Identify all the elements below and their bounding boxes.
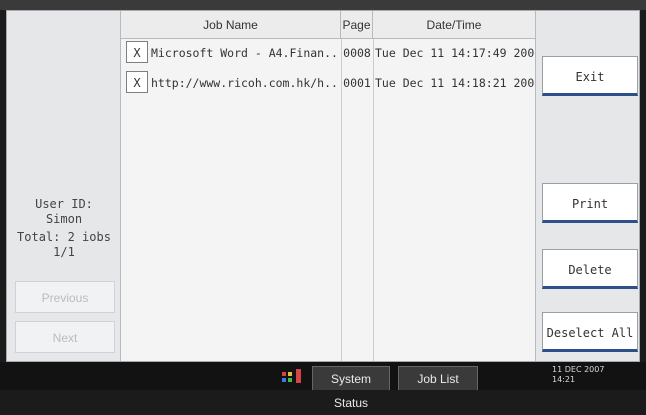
indicator-bar — [296, 369, 301, 383]
right-panel: Exit Print Delete Deselect All — [535, 11, 639, 361]
next-button[interactable]: Next — [15, 321, 115, 353]
bottom-status-bar: System Status Job List 11 DEC 2007 14:21 — [0, 362, 646, 410]
job-name-cell: Microsoft Word - A4.Finan... — [151, 46, 339, 60]
delete-button[interactable]: Delete — [542, 249, 638, 289]
page-cell: 0008 — [343, 46, 371, 60]
user-id-label: User ID: — [35, 197, 93, 211]
table-row[interactable]: X http://www.ricoh.com.hk/h... 0001 Tue … — [121, 69, 535, 97]
time-display: 14:21 — [552, 375, 576, 384]
user-id-value: Simon — [45, 212, 83, 226]
job-name-cell: http://www.ricoh.com.hk/h... — [151, 76, 339, 90]
row-select-checkbox[interactable]: X — [126, 41, 148, 63]
job-list-screen: User ID: Simon Total: 2 iobs 1/1 Previou… — [6, 10, 640, 362]
indicator-dot — [282, 372, 286, 376]
column-header-date-time: Date/Time — [373, 11, 535, 39]
job-table: Job Name Page Date/Time X Microsoft Word… — [121, 11, 535, 361]
print-button[interactable]: Print — [542, 183, 638, 223]
status-indicator-icon — [282, 369, 308, 385]
date-time-cell: Tue Dec 11 14:17:49 2007 — [375, 46, 535, 60]
indicator-dot — [288, 372, 292, 376]
total-jobs: Total: 2 iobs — [17, 230, 111, 244]
indicator-dot — [288, 378, 292, 382]
system-status-tab[interactable]: System Status — [312, 366, 390, 410]
page-indicator: 1/1 — [53, 245, 75, 259]
top-bar — [0, 0, 646, 10]
date-time-cell: Tue Dec 11 14:18:21 2007 — [375, 76, 535, 90]
indicator-dot — [282, 378, 286, 382]
date-display: 11 DEC 2007 — [552, 365, 605, 374]
clock: 11 DEC 2007 14:21 — [552, 365, 604, 385]
job-list-tab[interactable]: Job List — [398, 366, 478, 390]
table-row[interactable]: X Microsoft Word - A4.Finan... 0008 Tue … — [121, 39, 535, 67]
previous-button[interactable]: Previous — [15, 281, 115, 313]
deselect-all-button[interactable]: Deselect All — [542, 312, 638, 352]
row-select-checkbox[interactable]: X — [126, 71, 148, 93]
column-header-page: Page — [341, 11, 373, 39]
left-panel: User ID: Simon Total: 2 iobs 1/1 Previou… — [7, 11, 121, 361]
page-cell: 0001 — [343, 76, 371, 90]
column-header-job-name: Job Name — [121, 11, 341, 39]
exit-button[interactable]: Exit — [542, 56, 638, 96]
